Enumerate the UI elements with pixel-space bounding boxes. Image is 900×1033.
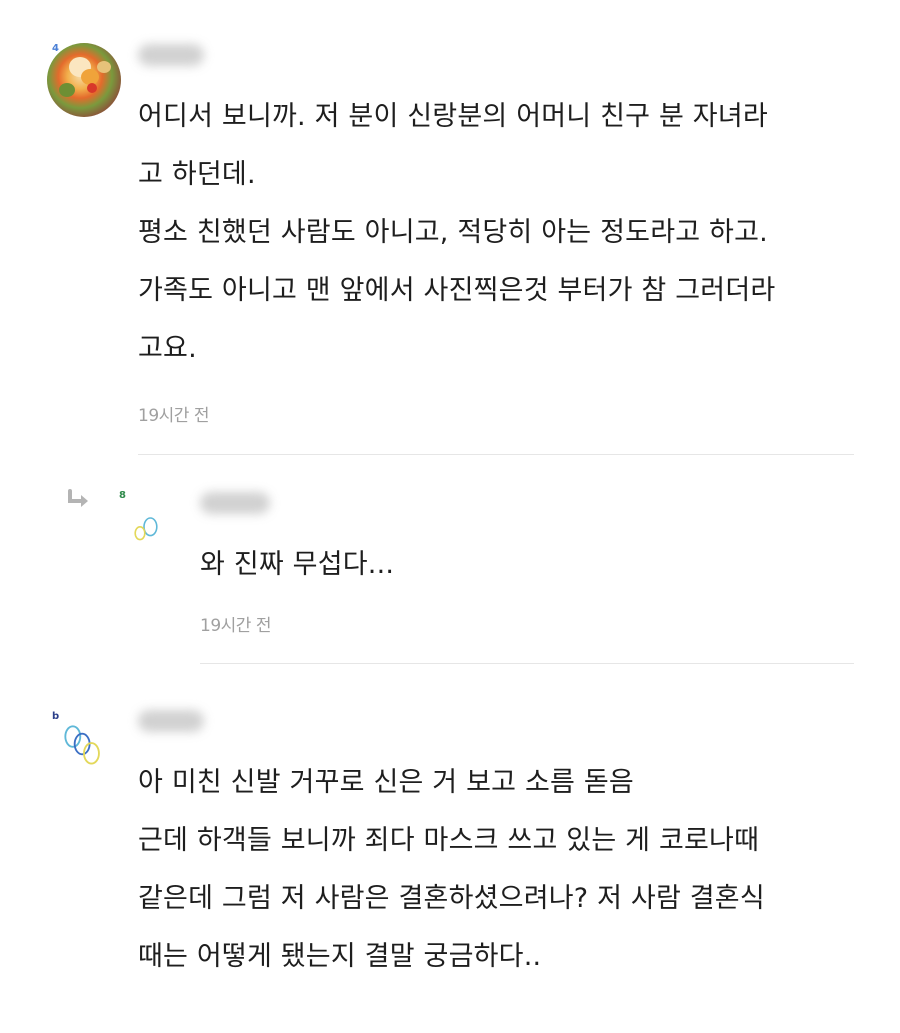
comment-line: 어디서 보니까. 저 분이 신랑분의 어머니 친구 분 자녀라 — [138, 101, 768, 132]
comment-line: 와 진짜 무섭다... — [200, 549, 395, 580]
divider — [138, 454, 854, 455]
comment-line: 같은데 그럼 저 사람은 결혼하셨으려나? 저 사람 결혼식 — [138, 883, 765, 914]
divider — [200, 663, 854, 664]
username[interactable] — [200, 492, 270, 514]
username[interactable] — [138, 710, 204, 732]
comment-line: 고요. — [138, 333, 197, 364]
comment-text: 와 진짜 무섭다... — [200, 536, 394, 594]
avatar[interactable] — [47, 43, 121, 117]
comment-line: 아 미친 신발 거꾸로 신은 거 보고 소름 돋음 — [138, 767, 634, 798]
reply-arrow-icon — [68, 489, 88, 507]
comment-text: 아 미친 신발 거꾸로 신은 거 보고 소름 돋음 근데 하객들 보니까 죄다 … — [138, 754, 765, 986]
timestamp: 19시간 전 — [200, 616, 271, 636]
username[interactable] — [138, 44, 204, 66]
comment-line: 때는 어떻게 됐는지 결말 궁금하다.. — [138, 941, 542, 972]
rings-avatar-icon[interactable] — [56, 716, 112, 772]
rings-avatar-icon[interactable] — [128, 506, 176, 554]
comment-line: 근데 하객들 보니까 죄다 마스크 쓰고 있는 게 코로나때 — [138, 825, 760, 856]
comment-line: 평소 친했던 사람도 아니고, 적당히 아는 정도라고 하고. — [138, 217, 768, 248]
comment-line: 고 하던데. — [138, 159, 256, 190]
level-badge: 8 — [119, 490, 126, 501]
comment-text: 어디서 보니까. 저 분이 신랑분의 어머니 친구 분 자녀라 고 하던데. 평… — [138, 88, 775, 378]
timestamp: 19시간 전 — [138, 406, 209, 426]
comment-line: 가족도 아니고 맨 앞에서 사진찍은것 부터가 참 그러더라 — [138, 275, 776, 306]
